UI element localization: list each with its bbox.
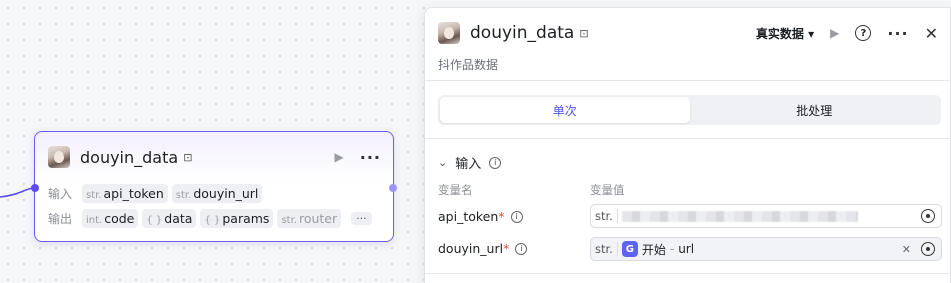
divider xyxy=(425,138,950,139)
redacted-value xyxy=(621,210,858,222)
info-icon: i xyxy=(515,242,528,255)
plugin-icon: G xyxy=(621,241,638,257)
avatar xyxy=(48,146,70,168)
more-icon[interactable]: ··· xyxy=(360,148,381,167)
run-mode-tabs: 单次 批处理 xyxy=(438,95,941,125)
param-api-token-label: api_token* i xyxy=(438,209,523,224)
chevron-down-icon[interactable]: ⌄ xyxy=(438,156,447,169)
variable-reference[interactable]: G 开始 - url xyxy=(621,241,694,258)
data-mode-dropdown[interactable]: 真实数据 ▾ xyxy=(756,25,814,42)
workflow-node[interactable]: douyin_data ⊡ ▶ ··· 输入 str. api_token str… xyxy=(31,131,397,242)
outputs-label: 输出 xyxy=(48,212,73,226)
plugin-icon: ⊡ xyxy=(579,26,589,40)
param-douyin-url-label: douyin_url* i xyxy=(438,241,528,256)
node-detail-panel: douyin_data ⊡ 真实数据 ▾ ▶ ? ··· ✕ 抖作品数据 单次 … xyxy=(424,7,951,283)
target-icon[interactable] xyxy=(921,209,935,223)
info-icon: i xyxy=(489,156,502,169)
input-tag: str. douyin_url xyxy=(171,184,263,203)
plugin-icon: ⊡ xyxy=(183,150,193,164)
api-token-input[interactable]: str. xyxy=(590,204,942,228)
type-label: str. xyxy=(595,242,618,256)
node-header: douyin_data ⊡ ▶ ··· xyxy=(48,144,381,170)
info-icon: i xyxy=(510,210,523,223)
close-icon[interactable]: ✕ xyxy=(925,24,938,43)
node-outputs-row: 输出 int. code { } data { } params str. router… xyxy=(48,209,372,228)
output-tag: str. router xyxy=(277,209,342,228)
output-tag: int. code xyxy=(82,209,139,228)
column-header-value: 变量值 xyxy=(590,183,625,197)
section-title: 输入 xyxy=(455,157,482,172)
inputs-label: 输入 xyxy=(48,187,73,201)
output-tag: { } params xyxy=(200,209,274,228)
input-tag: str. api_token xyxy=(82,184,168,203)
play-icon[interactable]: ▶ xyxy=(335,150,344,164)
panel-description: 抖作品数据 xyxy=(438,58,499,72)
input-port[interactable] xyxy=(31,184,39,192)
more-outputs-button[interactable]: ··· xyxy=(351,212,372,225)
more-icon[interactable]: ··· xyxy=(887,24,908,43)
column-header-name: 变量名 xyxy=(438,183,473,197)
type-label: str. xyxy=(595,209,618,223)
output-tag: { } data xyxy=(142,209,197,228)
node-inputs-row: 输入 str. api_token str. douyin_url xyxy=(48,184,263,203)
target-icon[interactable] xyxy=(921,242,935,256)
panel-title: douyin_data xyxy=(470,23,575,43)
help-icon[interactable]: ? xyxy=(855,25,872,41)
inputs-section-header[interactable]: ⌄ 输入 i xyxy=(438,153,502,172)
tab-batch[interactable]: 批处理 xyxy=(690,97,940,123)
node-title: douyin_data xyxy=(80,147,179,167)
divider xyxy=(425,80,950,81)
clear-reference-icon[interactable]: ✕ xyxy=(902,243,911,256)
divider xyxy=(425,273,950,274)
tab-single[interactable]: 单次 xyxy=(440,97,690,123)
output-port[interactable] xyxy=(389,184,397,192)
play-icon[interactable]: ▶ xyxy=(830,26,839,40)
avatar xyxy=(438,22,460,44)
douyin-url-input[interactable]: str. G 开始 - url ✕ xyxy=(590,237,942,261)
panel-header: douyin_data ⊡ 真实数据 ▾ ▶ ? ··· ✕ xyxy=(438,20,938,46)
